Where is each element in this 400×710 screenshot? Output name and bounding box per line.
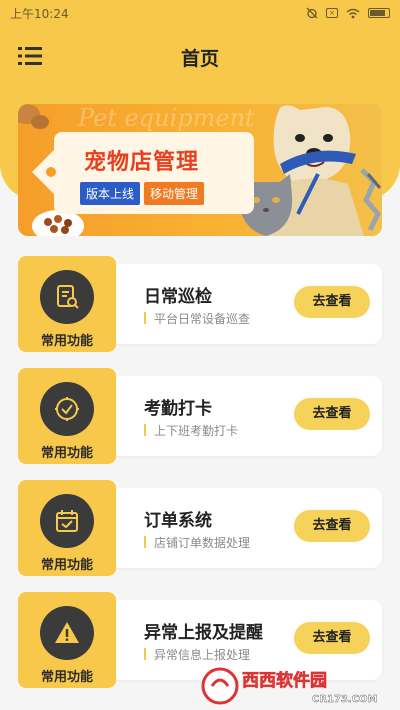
warning-icon [55,622,79,643]
status-time: 上午10:24 [10,6,69,21]
card-icon-container [40,494,94,548]
alarm-off-icon [306,7,318,19]
card-icon-container [40,270,94,324]
card-title: 订单系统 [144,511,212,531]
page-title: 首页 [180,48,219,70]
tag-hole [46,167,56,177]
banner-badge-launch: 版本上线 [80,182,141,205]
card-title: 考勤打卡 [144,399,212,419]
wifi-icon [346,8,360,18]
watermark-url: CR173.COM [312,694,378,705]
battery-icon [368,8,390,18]
sim-x-icon: × [326,8,338,18]
card-title: 日常巡检 [144,287,212,307]
view-button[interactable]: 去查看 [294,398,370,430]
card-category-label: 常用功能 [40,670,93,685]
banner-title: 宠物店管理 [84,150,200,175]
card-subtitle: 异常信息上报处理 [144,646,250,663]
card-title: 异常上报及提醒 [144,623,263,643]
feature-card-orders[interactable]: 常用功能 订单系统 店铺订单数据处理 去查看 [18,480,382,576]
feature-card-attendance[interactable]: 常用功能 考勤打卡 上下班考勤打卡 去查看 [18,368,382,464]
calendar-check-icon [56,510,78,532]
card-subtitle: 平台日常设备巡查 [144,310,250,327]
banner-background-text: Pet equipment [77,104,255,132]
card-subtitle: 上下班考勤打卡 [144,422,238,439]
card-category-label: 常用功能 [40,334,93,349]
card-subtitle: 店铺订单数据处理 [144,534,250,551]
card-icon-container [40,606,94,660]
card-category-label: 常用功能 [40,558,93,573]
banner[interactable]: Pet equipment 宠物店管理 版本上线 移动管理 [18,104,382,236]
card-category-label: 常用功能 [40,446,93,461]
card-category-block: 常用功能 [18,368,116,464]
card-category-block: 常用功能 [18,256,116,352]
feature-card-inspection[interactable]: 常用功能 日常巡检 平台日常设备巡查 去查看 [18,256,382,352]
status-bar: 上午10:24 × [0,0,400,26]
banner-badges: 版本上线 移动管理 [80,182,205,205]
card-category-block: 常用功能 [18,592,116,688]
header: 首页 [0,36,400,76]
clock-check-icon [55,397,79,421]
view-button[interactable]: 去查看 [294,622,370,654]
status-icons: × [306,7,390,19]
card-category-block: 常用功能 [18,480,116,576]
view-button[interactable]: 去查看 [294,510,370,542]
banner-tag: 宠物店管理 版本上线 移动管理 [32,132,254,214]
banner-badge-mobile: 移动管理 [144,182,205,205]
view-button[interactable]: 去查看 [294,286,370,318]
watermark-logo: 西西软件园 CR173.COM [201,667,378,705]
document-search-icon [57,285,79,309]
watermark-brand: 西西软件园 [242,670,327,691]
card-icon-container [40,382,94,436]
